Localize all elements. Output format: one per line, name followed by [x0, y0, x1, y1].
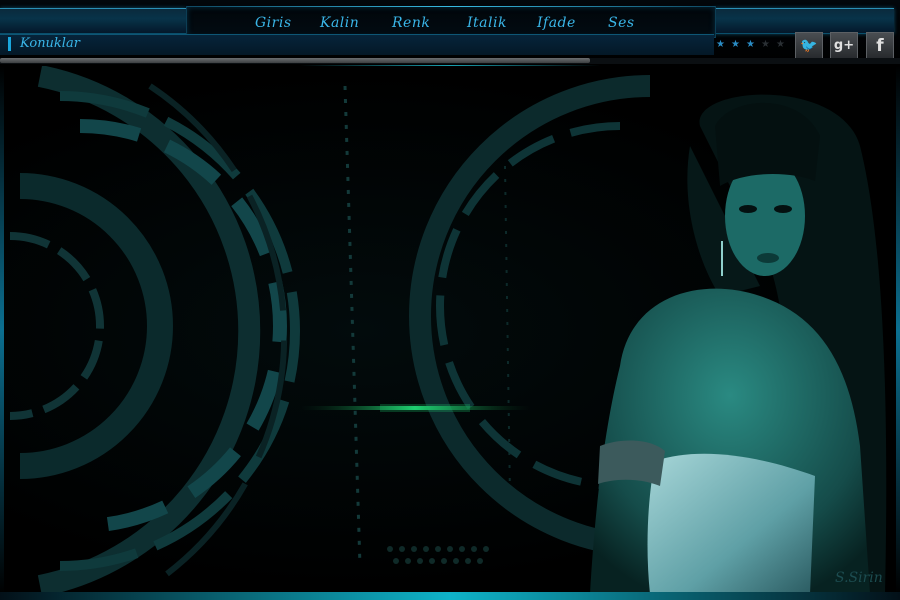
page-title: Konuklar: [20, 36, 80, 51]
title-accent: [8, 37, 11, 51]
menu-item-italik[interactable]: Italik: [467, 15, 507, 31]
star-icon[interactable]: ★: [716, 39, 725, 51]
menu-item-ifade[interactable]: Ifade: [537, 15, 576, 31]
menu-item-renk[interactable]: Renk: [392, 15, 430, 31]
menu-item-giris[interactable]: Giris: [255, 15, 292, 31]
star-icon[interactable]: ★: [776, 39, 785, 51]
facebook-button[interactable]: f: [866, 32, 894, 60]
facebook-icon: f: [876, 36, 884, 56]
menu-item-kalin[interactable]: Kalin: [320, 15, 359, 31]
menu-list: Giris Kalin Renk Italik Ifade Ses: [187, 7, 715, 37]
frame-left-edge: [0, 66, 4, 594]
content-area: [0, 66, 900, 594]
bottom-glow-bar: [0, 592, 900, 600]
twitter-icon: 🐦: [800, 38, 818, 54]
horizontal-scrollbar-thumb[interactable]: [0, 58, 590, 63]
twitter-button[interactable]: 🐦: [795, 32, 823, 60]
google-plus-button[interactable]: g+: [830, 32, 858, 60]
signature-watermark: S.Sirin: [835, 570, 883, 586]
top-right-decor-bar: [714, 8, 894, 34]
star-icon[interactable]: ★: [761, 39, 770, 51]
page: Giris Kalin Renk Italik Ifade Ses Konukl…: [0, 0, 900, 600]
frame-right-edge: [896, 66, 900, 594]
background-artwork: [9, 66, 887, 594]
star-rating[interactable]: ★ ★ ★ ★ ★: [716, 39, 791, 51]
google-plus-icon: g+: [833, 38, 855, 53]
top-left-decor-bar: [0, 8, 186, 34]
woman-portrait: [590, 94, 887, 594]
title-bar: [0, 34, 714, 55]
star-icon[interactable]: ★: [746, 39, 755, 51]
menu-item-ses[interactable]: Ses: [608, 15, 635, 31]
star-icon[interactable]: ★: [731, 39, 740, 51]
